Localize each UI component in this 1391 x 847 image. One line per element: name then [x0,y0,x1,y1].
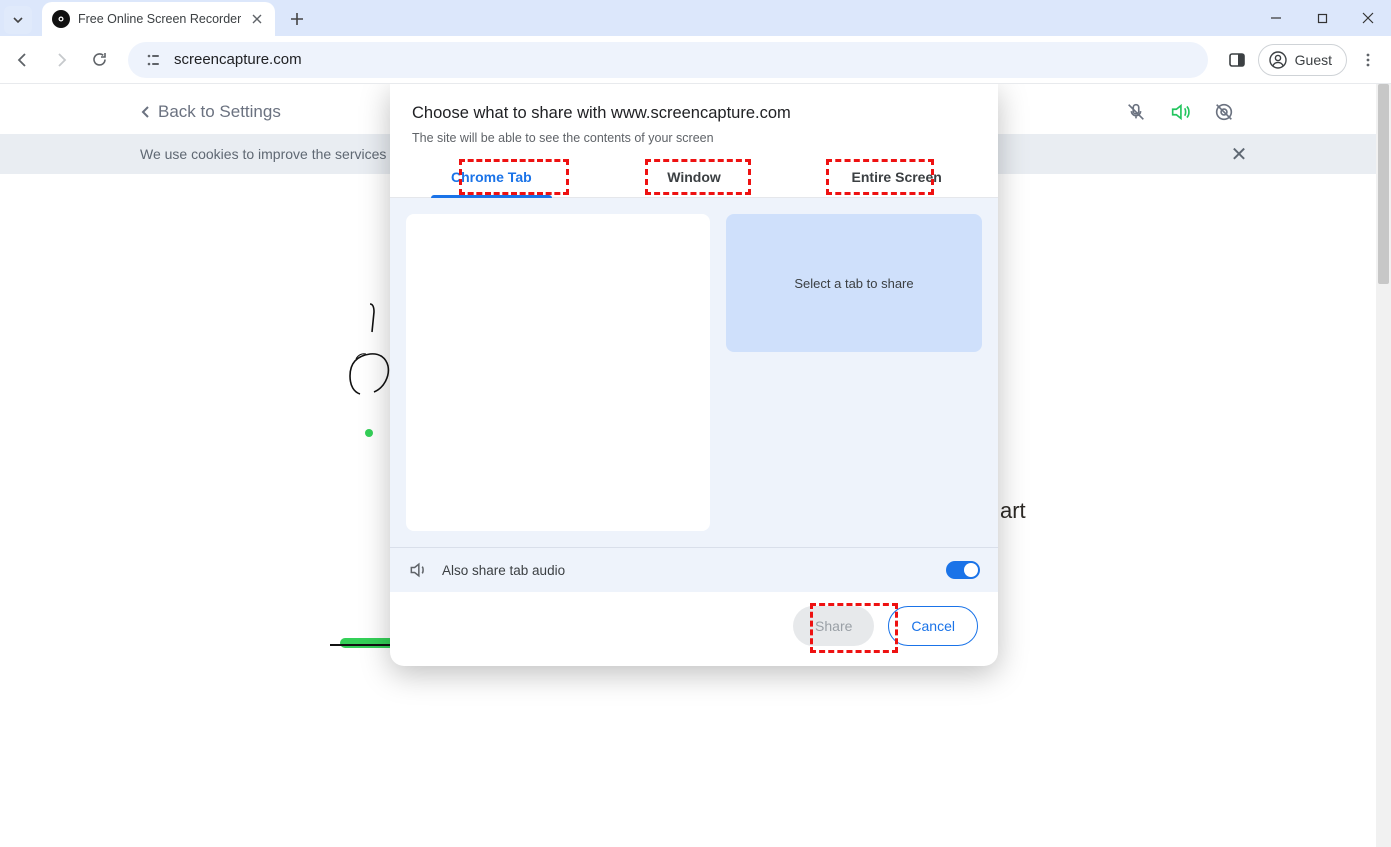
screen-share-dialog: Choose what to share with www.screencapt… [390,84,998,666]
window-minimize-button[interactable] [1253,0,1299,36]
share-audio-label: Also share tab audio [442,563,565,578]
back-link-label: Back to Settings [158,102,281,122]
share-button[interactable]: Share [793,606,874,646]
guest-label: Guest [1295,52,1332,68]
partial-background-text: art [1000,498,1026,524]
tab-favicon [52,10,70,28]
tab-search-button[interactable] [4,6,32,34]
profile-guest-button[interactable]: Guest [1258,44,1347,76]
tab-chrome-tab[interactable]: Chrome Tab [390,159,593,197]
url-text[interactable]: screencapture.com [174,51,1194,68]
share-tab-audio-row: Also share tab audio [390,548,998,592]
browser-titlebar: Free Online Screen Recorder [0,0,1391,36]
preview-panel: Select a tab to share [726,214,982,531]
tab-title: Free Online Screen Recorder [78,12,241,26]
browser-toolbar: screencapture.com Guest [0,36,1391,84]
tab-window-label: Window [667,169,721,185]
tab-close-icon[interactable] [249,11,265,27]
dialog-title: Choose what to share with www.screencapt… [390,84,998,131]
back-to-settings-link[interactable]: Back to Settings [140,102,281,122]
address-bar[interactable]: screencapture.com [128,42,1208,78]
tab-window[interactable]: Window [593,159,796,197]
chevron-left-icon [140,105,152,119]
nav-forward-button[interactable] [44,43,78,77]
camera-off-icon[interactable] [1212,100,1236,124]
dialog-actions: Share Cancel [390,592,998,650]
browser-menu-button[interactable] [1351,43,1385,77]
share-audio-toggle[interactable] [946,561,980,579]
browser-tab[interactable]: Free Online Screen Recorder [42,2,275,36]
page-viewport: Back to Settings We use cookies to impro… [0,84,1391,847]
preview-placeholder: Select a tab to share [726,214,982,352]
volume-icon [408,560,428,580]
site-info-icon[interactable] [142,49,164,71]
share-button-label: Share [815,618,852,634]
window-close-button[interactable] [1345,0,1391,36]
side-panel-button[interactable] [1220,43,1254,77]
cancel-button[interactable]: Cancel [888,606,978,646]
window-maximize-button[interactable] [1299,0,1345,36]
decorative-dot [365,429,373,437]
preview-hint-text: Select a tab to share [794,276,913,291]
tab-entire-screen-label: Entire Screen [852,169,942,185]
vertical-scrollbar[interactable] [1376,84,1391,847]
nav-reload-button[interactable] [82,43,116,77]
cancel-button-label: Cancel [911,618,955,634]
nav-back-button[interactable] [6,43,40,77]
tab-list-panel[interactable] [406,214,710,531]
cookie-close-button[interactable]: ✕ [1227,142,1251,167]
dialog-subtitle: The site will be able to see the content… [390,131,998,159]
recording-options [1124,100,1251,124]
new-tab-button[interactable] [283,5,311,33]
sound-on-icon[interactable] [1168,100,1192,124]
share-body: Select a tab to share [390,198,998,548]
tab-chrome-tab-label: Chrome Tab [451,169,532,185]
mic-off-icon[interactable] [1124,100,1148,124]
user-icon [1269,51,1287,69]
share-source-tabs: Chrome Tab Window Entire Screen [390,159,998,198]
scrollbar-thumb[interactable] [1378,84,1389,284]
window-controls [1253,0,1391,36]
tab-entire-screen[interactable]: Entire Screen [795,159,998,197]
